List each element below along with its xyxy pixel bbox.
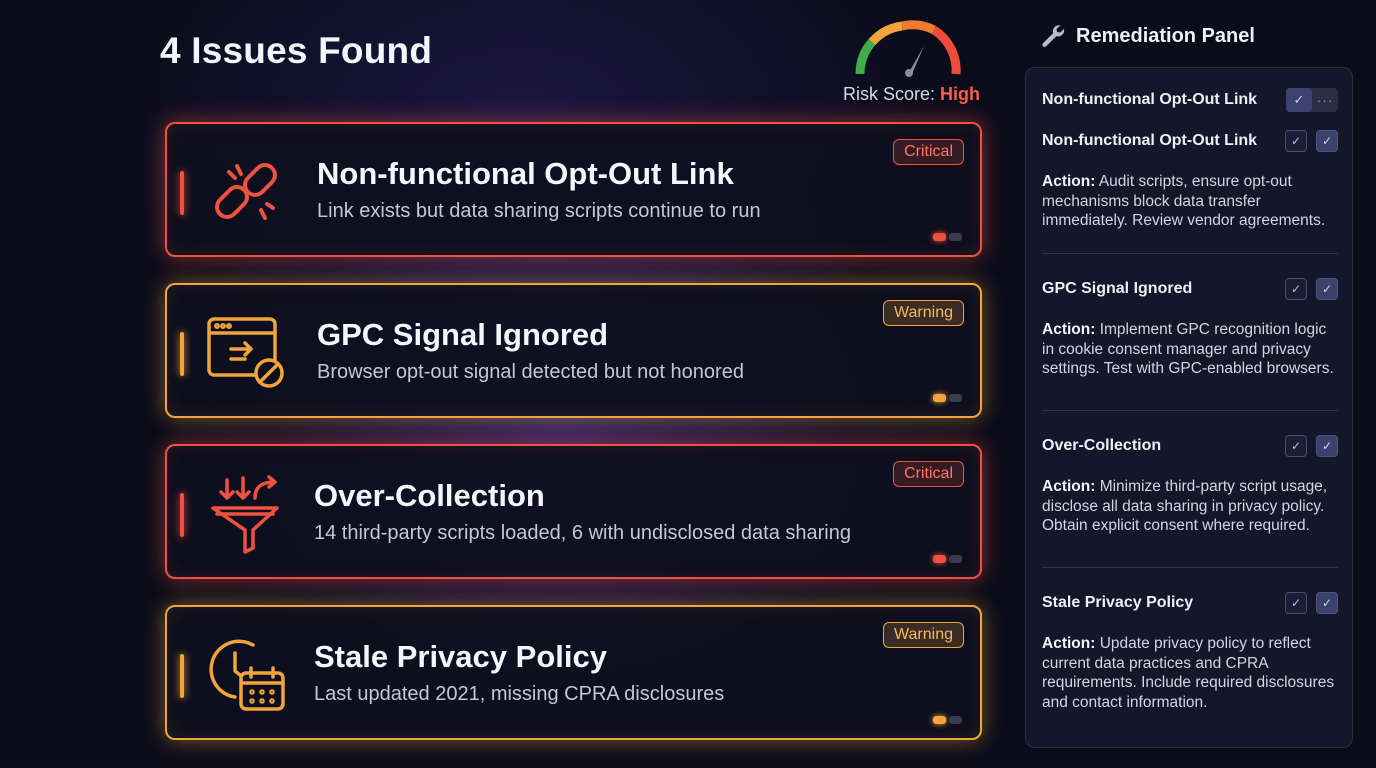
severity-bar — [180, 332, 184, 376]
top-item-label: Non-functional Opt-Out Link — [1042, 91, 1258, 108]
checkbox-outline[interactable]: ✓ — [1285, 592, 1307, 614]
severity-bar — [180, 493, 184, 537]
remediation-item-over-collection: Over-Collection ✓ ✓ Action: Minimize thi… — [1042, 435, 1338, 536]
issue-description: Link exists but data sharing scripts con… — [317, 200, 761, 222]
divider — [1042, 253, 1338, 254]
checkbox-outline[interactable]: ✓ — [1285, 435, 1307, 457]
issue-card-stale-policy[interactable]: Stale Privacy Policy Last updated 2021, … — [165, 605, 982, 740]
risk-gauge-icon — [855, 20, 961, 77]
broken-link-icon — [215, 163, 277, 220]
wrench-icon — [1042, 25, 1065, 47]
checkbox-filled[interactable]: ✓ — [1316, 592, 1338, 614]
remediation-action: Action: Update privacy policy to reflect… — [1042, 635, 1335, 711]
remediation-title: Stale Privacy Policy — [1042, 594, 1194, 611]
checkbox-filled[interactable]: ✓ — [1316, 435, 1338, 457]
issue-title: Stale Privacy Policy — [314, 639, 607, 674]
check-icon[interactable]: ✓ — [1286, 88, 1312, 112]
issue-description: Browser opt-out signal detected but not … — [317, 361, 744, 383]
checkbox-filled[interactable]: ✓ — [1316, 278, 1338, 300]
severity-indicator — [933, 716, 962, 724]
risk-score-level: High — [940, 84, 981, 104]
issue-card-opt-out-link[interactable]: Non-functional Opt-Out Link Link exists … — [165, 122, 982, 257]
severity-badge: Warning — [883, 622, 964, 648]
divider — [1042, 410, 1338, 411]
remediation-action: Action: Audit scripts, ensure opt-out me… — [1042, 173, 1326, 229]
more-options-icon[interactable]: ··· — [1312, 88, 1338, 112]
severity-indicator — [933, 233, 962, 241]
panel-header: Remediation Panel — [1040, 23, 1255, 49]
issue-card-gpc-signal[interactable]: GPC Signal Ignored Browser opt-out signa… — [165, 283, 982, 418]
severity-indicator — [933, 555, 962, 563]
risk-score: Risk Score: High — [843, 84, 980, 105]
issue-title: Non-functional Opt-Out Link — [317, 156, 734, 191]
severity-bar — [180, 654, 184, 698]
severity-bar — [180, 171, 184, 215]
issue-card-over-collection[interactable]: Over-Collection 14 third-party scripts l… — [165, 444, 982, 579]
issue-description: 14 third-party scripts loaded, 6 with un… — [314, 522, 851, 544]
remediation-action: Action: Minimize third-party script usag… — [1042, 478, 1328, 534]
divider — [1042, 567, 1338, 568]
remediation-title: Over-Collection — [1042, 437, 1162, 454]
remediation-item-gpc-signal: GPC Signal Ignored ✓ ✓ Action: Implement… — [1042, 278, 1338, 379]
page-title: 4 Issues Found — [160, 30, 433, 71]
remediation-title: GPC Signal Ignored — [1042, 280, 1193, 297]
funnel-icon — [211, 475, 279, 554]
severity-badge: Critical — [893, 139, 964, 165]
severity-badge: Warning — [883, 300, 964, 326]
issue-title: Over-Collection — [314, 478, 545, 513]
panel-title: Remediation Panel — [1076, 24, 1255, 47]
remediation-title: Non-functional Opt-Out Link — [1042, 132, 1258, 149]
remediation-action: Action: Implement GPC recognition logic … — [1042, 321, 1334, 377]
risk-score-label: Risk Score: — [843, 84, 936, 104]
severity-indicator — [933, 394, 962, 402]
issue-description: Last updated 2021, missing CPRA disclosu… — [314, 683, 725, 705]
remediation-panel: Non-functional Opt-Out Link ✓ ··· Non-fu… — [1025, 67, 1353, 748]
clock-calendar-icon — [209, 639, 285, 711]
checkbox-outline[interactable]: ✓ — [1285, 278, 1307, 300]
checkbox-filled[interactable]: ✓ — [1316, 130, 1338, 152]
checkbox-outline[interactable]: ✓ — [1285, 130, 1307, 152]
remediation-item-opt-out-link: Non-functional Opt-Out Link ✓ ✓ Action: … — [1042, 130, 1338, 231]
remediation-item-stale-policy: Stale Privacy Policy ✓ ✓ Action: Update … — [1042, 592, 1338, 712]
severity-badge: Critical — [893, 461, 964, 487]
browser-blocked-signal-icon — [207, 317, 284, 388]
issue-title: GPC Signal Ignored — [317, 317, 609, 352]
panel-top-item[interactable]: Non-functional Opt-Out Link ✓ ··· — [1042, 88, 1338, 112]
